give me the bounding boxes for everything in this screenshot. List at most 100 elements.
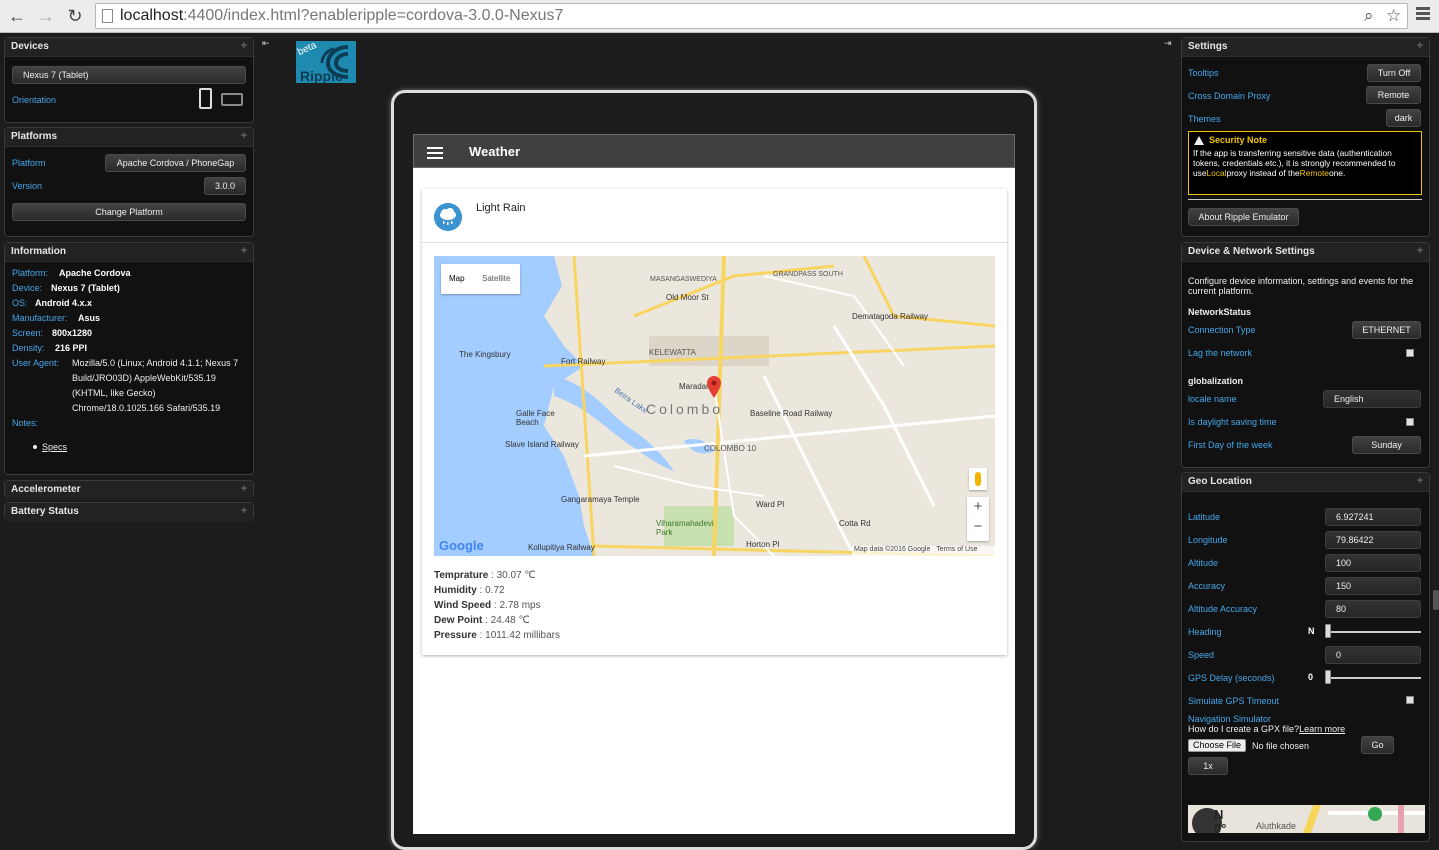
expand-icon: +: [1416, 245, 1423, 257]
connection-type-select[interactable]: ETHERNET: [1352, 321, 1421, 339]
locale-label: locale name: [1188, 394, 1237, 404]
about-ripple-button[interactable]: About Ripple Emulator: [1188, 208, 1299, 226]
wind-speed-stat: Wind Speed : 2.78 mps: [434, 600, 541, 611]
zoom-icon[interactable]: ⌕: [1364, 6, 1374, 26]
user-agent-line: Chrome/18.0.1025.166 Safari/535.19: [72, 403, 221, 413]
dew-point-stat: Dew Point : 24.48 ℃: [434, 615, 530, 626]
satellite-tab[interactable]: Satellite: [482, 274, 510, 283]
battery-header[interactable]: Battery Status +: [5, 503, 253, 522]
version-select[interactable]: 3.0.0: [204, 177, 246, 195]
latitude-input[interactable]: 6.927241: [1325, 508, 1421, 526]
geo-map-road: [1398, 805, 1404, 833]
themes-select[interactable]: dark: [1386, 109, 1421, 127]
map-label: Horton Pl: [746, 540, 780, 549]
back-icon[interactable]: ←: [6, 5, 28, 27]
network-status-heading: NetworkStatus: [1188, 307, 1252, 317]
go-button[interactable]: Go: [1361, 736, 1394, 754]
devices-header[interactable]: Devices +: [5, 38, 253, 57]
hamburger-menu-icon[interactable]: [427, 147, 443, 149]
star-icon[interactable]: ☆: [1386, 6, 1401, 26]
user-agent-line: (KHTML, like Gecko): [72, 388, 156, 398]
specs-link[interactable]: Specs: [42, 442, 67, 452]
expand-icon: +: [240, 245, 247, 257]
proxy-select[interactable]: Remote: [1366, 86, 1421, 104]
platform-label: Platform: [12, 158, 46, 168]
lag-network-checkbox[interactable]: [1406, 349, 1414, 357]
scrollbar[interactable]: [1433, 590, 1439, 610]
settings-header[interactable]: Settings +: [1182, 38, 1429, 57]
map-view[interactable]: Map Satellite Colombo Fort Railway The K…: [434, 256, 995, 556]
gps-delay-slider-track[interactable]: [1325, 677, 1421, 679]
device-select[interactable]: Nexus 7 (Tablet): [12, 66, 246, 84]
accuracy-input[interactable]: 150: [1325, 577, 1421, 595]
gps-timeout-checkbox[interactable]: [1406, 696, 1414, 704]
battery-panel[interactable]: Battery Status +: [4, 502, 254, 522]
compass-degrees: 0°: [1214, 821, 1227, 833]
heading-slider-track[interactable]: [1325, 631, 1421, 633]
pegman-icon[interactable]: [969, 468, 987, 490]
expand-icon: +: [1416, 475, 1423, 487]
map-attribution: Map data ©2016 Google Terms of Use: [852, 546, 995, 556]
locale-select[interactable]: English: [1323, 390, 1421, 408]
learn-more-link[interactable]: Learn more: [1299, 724, 1345, 734]
heading-slider-handle[interactable]: [1325, 624, 1331, 638]
user-agent-label: User Agent:: [12, 358, 60, 368]
landscape-icon[interactable]: [221, 93, 243, 106]
collapse-right-icon[interactable]: ⇥: [1164, 38, 1172, 49]
map-label: Baseline Road Railway: [750, 409, 833, 418]
info-label: Platform:: [12, 268, 49, 278]
gps-timeout-label: Simulate GPS Timeout: [1188, 696, 1280, 706]
accelerometer-panel[interactable]: Accelerometer +: [4, 480, 254, 500]
map-label: GRANDPASS SOUTH: [773, 271, 843, 278]
gps-delay-label: GPS Delay (seconds): [1188, 673, 1275, 683]
map-label: Galle Face Beach: [516, 409, 555, 427]
information-header[interactable]: Information +: [5, 243, 253, 262]
map-marker-icon[interactable]: [707, 376, 721, 398]
first-day-select[interactable]: Sunday: [1352, 436, 1421, 454]
gps-delay-slider-handle[interactable]: [1325, 670, 1331, 684]
expand-icon: +: [1416, 40, 1423, 52]
address-bar[interactable]: localhost:4400/index.html?enableripple=c…: [95, 3, 1408, 29]
platform-select[interactable]: Apache Cordova / PhoneGap: [105, 154, 246, 172]
tooltips-toggle[interactable]: Turn Off: [1367, 64, 1421, 82]
zoom-out-icon[interactable]: −: [967, 518, 989, 535]
version-label: Version: [12, 181, 43, 191]
platforms-header[interactable]: Platforms +: [5, 128, 253, 147]
collapse-left-icon[interactable]: ⇤: [262, 38, 270, 49]
dst-checkbox[interactable]: [1406, 418, 1414, 426]
portrait-icon[interactable]: [199, 88, 212, 109]
network-header[interactable]: Device & Network Settings +: [1182, 243, 1429, 262]
platforms-panel: Platforms + Platform Apache Cordova / Pho…: [4, 127, 254, 237]
expand-icon: +: [240, 483, 247, 495]
reload-icon[interactable]: ↻: [64, 5, 86, 27]
weather-card: Light Rain Map Satellite Colombo Fort Ra…: [422, 189, 1007, 655]
geo-header[interactable]: Geo Location +: [1182, 473, 1429, 492]
choose-file-button[interactable]: Choose File: [1188, 739, 1246, 752]
longitude-input[interactable]: 79.86422: [1325, 531, 1421, 549]
altitude-accuracy-input[interactable]: 80: [1325, 600, 1421, 618]
map-label: Gangaramaya Temple: [561, 495, 640, 504]
map-label: Old Moor St: [666, 293, 709, 302]
expand-icon: +: [240, 505, 247, 517]
info-value: Nexus 7 (Tablet): [51, 283, 120, 293]
info-label: Density:: [12, 343, 45, 353]
temperature-stat: Temprature : 30.07 ℃: [434, 570, 536, 581]
change-platform-button[interactable]: Change Platform: [12, 203, 246, 221]
geo-map-preview[interactable]: N 0° Aluthkade: [1188, 805, 1425, 833]
map-type-control: Map Satellite: [441, 264, 520, 294]
forward-icon[interactable]: →: [35, 5, 57, 27]
menu-icon[interactable]: [1416, 7, 1430, 10]
zoom-in-icon[interactable]: +: [967, 498, 989, 515]
speed-input[interactable]: 0: [1325, 646, 1421, 664]
map-label: Slave Island Railway: [505, 440, 579, 449]
themes-label: Themes: [1188, 114, 1221, 124]
security-note-text: If the app is transferring sensitive dat…: [1193, 148, 1396, 178]
playback-rate-select[interactable]: 1x: [1188, 757, 1228, 775]
specs-bullet: [33, 445, 37, 449]
geo-map-road: [1302, 805, 1322, 833]
altitude-input[interactable]: 100: [1325, 554, 1421, 572]
info-value: 800x1280: [52, 328, 93, 338]
map-label: MASANGASWEDIYA: [650, 276, 717, 283]
accelerometer-header[interactable]: Accelerometer +: [5, 481, 253, 500]
map-tab[interactable]: Map: [449, 274, 465, 283]
